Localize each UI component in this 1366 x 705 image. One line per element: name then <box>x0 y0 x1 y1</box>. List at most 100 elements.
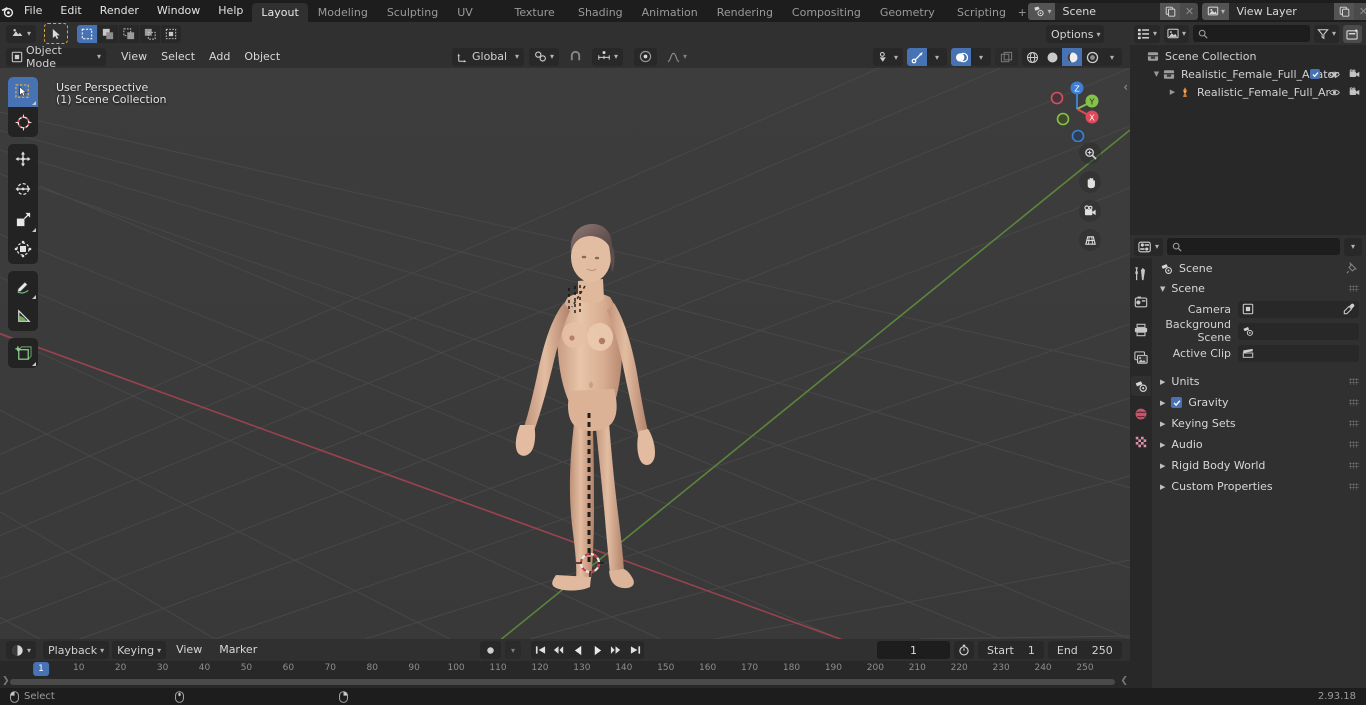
transform-tool[interactable] <box>8 234 38 264</box>
hide-in-viewport-icon[interactable] <box>1329 70 1340 79</box>
disable-in-renders-icon[interactable] <box>1349 69 1360 79</box>
timeline-menu-playback[interactable]: Playback ▾ <box>43 641 110 659</box>
panel-header-keying-sets[interactable]: ▶ Keying Sets <box>1152 413 1366 434</box>
properties-tab-render[interactable] <box>1131 292 1151 312</box>
select-extend-icon[interactable] <box>98 24 119 43</box>
snap-toggle[interactable]: ▾ <box>529 47 560 66</box>
properties-tab-tool[interactable] <box>1131 264 1151 284</box>
timeline-scroll-left-icon[interactable]: ❯ <box>2 676 10 686</box>
measure-tool[interactable] <box>8 301 38 331</box>
zoom-icon[interactable] <box>1079 142 1101 164</box>
viewport-3d[interactable]: User Perspective (1) Scene Collection ‹ … <box>0 68 1130 639</box>
tab-uv-editing[interactable]: UV Editing <box>448 3 504 38</box>
camera-field[interactable] <box>1238 300 1359 318</box>
timeline-menu-view[interactable]: View <box>169 641 209 659</box>
unlink-scene-icon[interactable]: ✕ <box>1180 2 1199 20</box>
pin-icon[interactable] <box>1346 262 1358 274</box>
gizmo-dropdown-icon[interactable]: ▾ <box>927 48 947 66</box>
jump-to-end-icon[interactable] <box>626 641 645 659</box>
panel-header-custom-properties[interactable]: ▶ Custom Properties <box>1152 476 1366 497</box>
outliner-row[interactable]: Scene Collection <box>1130 47 1366 65</box>
viewport-menu-select[interactable]: Select <box>154 48 202 66</box>
gizmo-group[interactable]: ▾ <box>907 48 947 66</box>
annotate-tool[interactable] <box>8 271 38 301</box>
remove-viewlayer-icon[interactable]: ✕ <box>1354 2 1366 20</box>
overlays-dropdown-icon[interactable]: ▾ <box>971 48 991 66</box>
menu-help[interactable]: Help <box>209 2 252 20</box>
tab-compositing[interactable]: Compositing <box>783 3 870 22</box>
play-reverse-icon[interactable] <box>569 641 588 659</box>
ortho-persp-icon[interactable] <box>1079 229 1101 251</box>
properties-search-input[interactable] <box>1167 238 1340 255</box>
transform-orientation-selector[interactable]: Global ▾ <box>452 47 524 66</box>
viewport-menu-object[interactable]: Object <box>237 48 287 66</box>
select-box-icon[interactable] <box>77 24 98 43</box>
gizmo-icon[interactable] <box>907 48 927 66</box>
properties-tab-output[interactable] <box>1131 320 1151 340</box>
cursor-icon[interactable] <box>44 23 69 44</box>
current-frame-field[interactable]: 1 <box>877 641 950 659</box>
background-scene-field[interactable] <box>1238 322 1359 340</box>
properties-tab-world[interactable] <box>1131 404 1151 424</box>
scale-tool[interactable] <box>8 204 38 234</box>
timeline-ruler[interactable]: 1 10 20 30 40 50 60 70 80 90 100 110 120 130 140 150 160… <box>0 661 1130 678</box>
select-intersect-icon[interactable] <box>161 24 182 43</box>
tab-scripting[interactable]: Scripting <box>948 3 1015 22</box>
panel-header-units[interactable]: ▶ Units <box>1152 371 1366 392</box>
object-visibility-button[interactable]: ▾ <box>872 48 903 66</box>
eyedropper-icon[interactable] <box>1343 303 1355 315</box>
tab-rendering[interactable]: Rendering <box>708 3 782 22</box>
next-keyframe-icon[interactable] <box>607 641 626 659</box>
select-mode-group[interactable] <box>77 24 182 43</box>
scene-datablock[interactable]: ▾ Scene ✕ <box>1028 2 1199 20</box>
timeline-menu-marker[interactable]: Marker <box>212 641 264 659</box>
shading-rendered-icon[interactable] <box>1082 48 1102 66</box>
navigation-gizmo[interactable]: Z Y X <box>1042 76 1108 142</box>
start-frame-field[interactable]: Start 1 <box>978 641 1044 659</box>
shading-mode-group[interactable]: ▾ <box>1022 48 1122 66</box>
tab-animation[interactable]: Animation <box>633 3 707 22</box>
jump-to-start-icon[interactable] <box>531 641 550 659</box>
scene-icon[interactable]: ▾ <box>1028 2 1056 20</box>
viewlayer-icon[interactable]: ▾ <box>1202 2 1230 20</box>
add-workspace-button[interactable]: + <box>1016 3 1029 22</box>
transport-controls[interactable] <box>531 641 645 659</box>
add-cube-tool[interactable] <box>8 338 38 368</box>
proportional-editing-toggle[interactable] <box>634 47 658 66</box>
timeline-scrollbar[interactable] <box>10 679 1115 685</box>
tab-modeling[interactable]: Modeling <box>309 3 377 22</box>
viewlayer-datablock[interactable]: ▾ View Layer ✕ <box>1202 2 1366 20</box>
outliner-search-input[interactable] <box>1193 25 1310 42</box>
gravity-checkbox[interactable] <box>1171 397 1183 408</box>
pan-hand-icon[interactable] <box>1079 171 1101 193</box>
tab-sculpting[interactable]: Sculpting <box>378 3 447 22</box>
menu-window[interactable]: Window <box>148 2 209 20</box>
blender-logo-icon[interactable] <box>0 0 15 22</box>
move-tool[interactable] <box>8 144 38 174</box>
play-icon[interactable] <box>588 641 607 659</box>
select-invert-icon[interactable] <box>140 24 161 43</box>
disclosure-triangle-icon[interactable]: ▼ <box>1150 70 1163 78</box>
menu-edit[interactable]: Edit <box>51 2 90 20</box>
scene-name-field[interactable]: Scene <box>1055 2 1161 20</box>
shading-wireframe-icon[interactable] <box>1022 48 1042 66</box>
duplicate-viewlayer-icon[interactable] <box>1334 2 1355 20</box>
duplicate-scene-icon[interactable] <box>1160 2 1181 20</box>
row-checkbox[interactable] <box>1310 68 1320 81</box>
panel-header-scene[interactable]: ▼ Scene <box>1152 278 1366 299</box>
sidebar-toggle-icon[interactable]: ‹ <box>1123 80 1128 94</box>
outliner-row[interactable]: ▶ Realistic_Female_Full_Ar <box>1130 83 1366 101</box>
timeline-playhead[interactable]: 1 <box>33 662 49 676</box>
properties-tab-scene[interactable] <box>1131 376 1151 396</box>
snap-target-selector[interactable]: ▾ <box>592 47 624 66</box>
viewport-menu-add[interactable]: Add <box>202 48 237 66</box>
properties-options-dropdown[interactable]: ▾ <box>1343 237 1362 256</box>
tab-layout[interactable]: Layout <box>252 3 308 22</box>
previous-keyframe-icon[interactable] <box>550 641 569 659</box>
menu-render[interactable]: Render <box>91 2 148 20</box>
camera-icon[interactable] <box>1079 200 1101 222</box>
outliner-row[interactable]: ▼ Realistic_Female_Full_Anator <box>1130 65 1366 83</box>
outliner-tree[interactable]: Scene Collection ▼ Realistic_Female_Full_A… <box>1130 45 1366 235</box>
shading-solid-icon[interactable] <box>1042 48 1062 66</box>
overlays-icon[interactable] <box>951 48 971 66</box>
